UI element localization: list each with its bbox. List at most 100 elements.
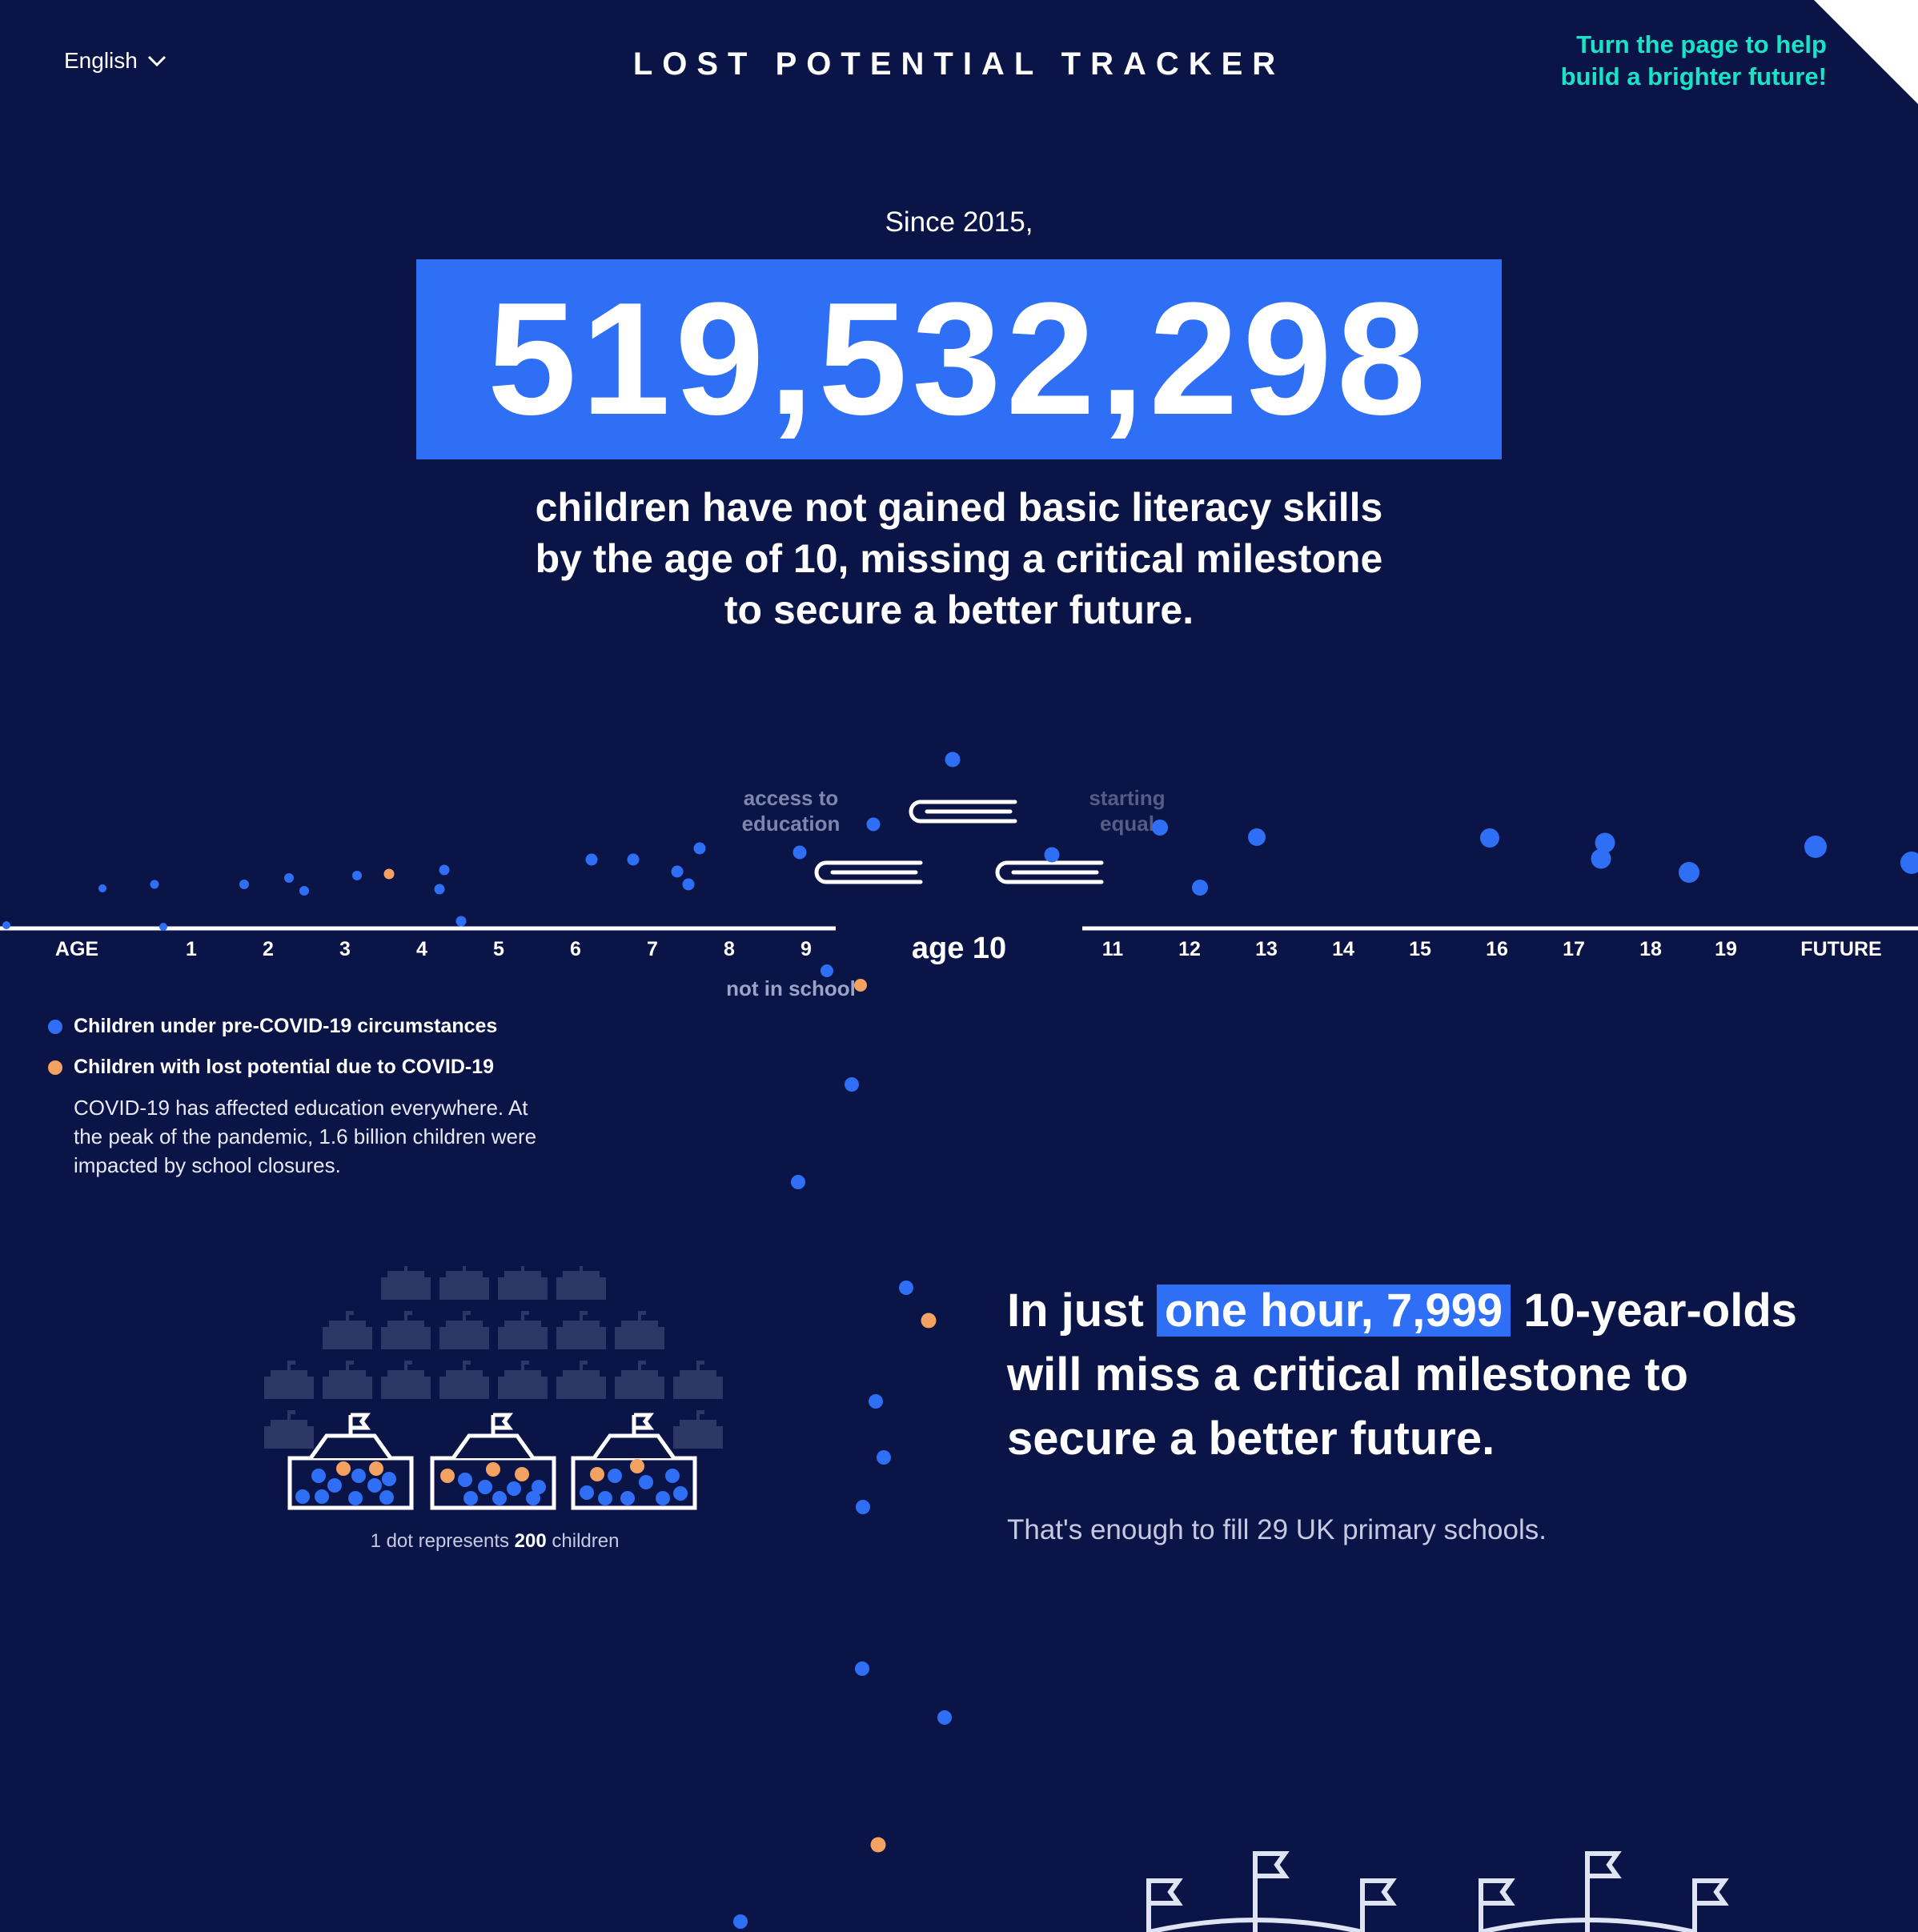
statement-prefix: In just bbox=[1007, 1285, 1144, 1337]
flag-icon bbox=[1146, 1878, 1183, 1932]
child-dot bbox=[671, 865, 684, 878]
age-tick-future: FUTURE bbox=[1800, 938, 1881, 960]
hourly-statement: In just one hour, 7,999 10-year-olds wil… bbox=[1007, 1279, 1816, 1471]
age-tick-2: 2 bbox=[263, 938, 274, 960]
age-tick-1: 1 bbox=[186, 938, 197, 960]
child-dot bbox=[352, 871, 362, 880]
child-dot bbox=[627, 853, 640, 866]
flag-icon bbox=[1692, 1878, 1729, 1932]
child-dot bbox=[869, 1394, 883, 1409]
age-tick-8: 8 bbox=[724, 938, 735, 960]
statement-highlight: one hour, 7,999 bbox=[1156, 1285, 1511, 1337]
annotation-not-in-school: not in school bbox=[726, 976, 856, 1000]
legend-pre-covid-label: Children under pre-COVID-19 circumstance… bbox=[74, 1015, 498, 1037]
child-dot bbox=[98, 884, 106, 892]
dot-caption-prefix: 1 dot represents bbox=[370, 1530, 509, 1552]
annotation-equal-line-1: starting bbox=[1089, 786, 1165, 810]
covid-dot bbox=[383, 868, 395, 880]
child-dot bbox=[434, 884, 445, 895]
age-tick-12: 12 bbox=[1178, 938, 1201, 960]
since-label: Since 2015, bbox=[885, 206, 1033, 238]
hero-description: children have not gained basic literacy … bbox=[0, 482, 1918, 635]
dot-caption: 1 dot represents 200 children bbox=[263, 1530, 727, 1553]
child-dot bbox=[455, 916, 467, 927]
statement-line-1: 10-year-olds bbox=[1523, 1285, 1798, 1337]
age-tick-15: 15 bbox=[1409, 938, 1431, 960]
counter-box: 519,532,298 bbox=[416, 259, 1502, 459]
child-dot bbox=[899, 1281, 913, 1295]
child-dot bbox=[1248, 828, 1266, 846]
child-dot bbox=[682, 878, 695, 891]
child-dot bbox=[284, 873, 294, 883]
age-10-label: age 10 bbox=[912, 932, 1006, 965]
statement-line-2: will miss a critical milestone to bbox=[1007, 1349, 1688, 1401]
age-tick-13: 13 bbox=[1255, 938, 1278, 960]
child-dot bbox=[693, 842, 706, 855]
child-dot bbox=[159, 923, 167, 931]
child-dot bbox=[1152, 820, 1168, 836]
child-dot bbox=[1900, 852, 1918, 874]
age-axis-title: AGE bbox=[55, 938, 98, 960]
age-tick-6: 6 bbox=[570, 938, 581, 960]
promo-line-1: Turn the page to help bbox=[1576, 30, 1827, 58]
schools-illustration bbox=[263, 1266, 724, 1510]
age-tick-7: 7 bbox=[647, 938, 658, 960]
child-dot bbox=[1480, 828, 1499, 848]
dot-caption-value: 200 bbox=[514, 1530, 547, 1552]
turn-page-link[interactable]: Turn the page to help build a brighter f… bbox=[1491, 29, 1827, 93]
child-dot bbox=[877, 1450, 891, 1465]
age-tick-18: 18 bbox=[1639, 938, 1662, 960]
age-tick-19: 19 bbox=[1715, 938, 1737, 960]
promo-line-2: build a brighter future! bbox=[1560, 62, 1827, 90]
annotation-equal-line-2: equal bbox=[1100, 812, 1154, 836]
child-dot bbox=[937, 1710, 952, 1725]
child-dot bbox=[439, 864, 450, 876]
blue-dot-icon bbox=[48, 1019, 62, 1034]
child-dot bbox=[866, 817, 881, 832]
child-dot bbox=[150, 880, 159, 889]
child-dot bbox=[945, 752, 961, 768]
hero-desc-line-2: by the age of 10, missing a critical mil… bbox=[535, 536, 1383, 581]
children-counter: 519,532,298 bbox=[487, 270, 1431, 448]
orange-dot-icon bbox=[48, 1060, 62, 1075]
covid-dot bbox=[921, 1313, 937, 1329]
legend-item-pre-covid: Children under pre-COVID-19 circumstance… bbox=[48, 1015, 560, 1038]
child-dot bbox=[1679, 862, 1699, 883]
age-tick-17: 17 bbox=[1563, 938, 1585, 960]
stadium-flags-illustration bbox=[1146, 1851, 1729, 1932]
child-dot bbox=[845, 1077, 859, 1092]
legend: Children under pre-COVID-19 circumstance… bbox=[48, 1015, 560, 1180]
child-dot bbox=[299, 886, 309, 896]
legend-item-covid: Children with lost potential due to COVI… bbox=[48, 1056, 560, 1079]
child-dot bbox=[1804, 836, 1827, 858]
statement-line-3: secure a better future. bbox=[1007, 1413, 1495, 1465]
legend-note: COVID-19 has affected education everywhe… bbox=[74, 1096, 537, 1177]
child-dot bbox=[1192, 880, 1208, 896]
covid-dot bbox=[870, 1837, 886, 1853]
child-dot bbox=[2, 921, 10, 929]
legend-covid-label: Children with lost potential due to COVI… bbox=[74, 1056, 495, 1078]
annotation-access-line-2: education bbox=[742, 812, 841, 836]
child-dot bbox=[792, 845, 807, 860]
flag-icon bbox=[1360, 1878, 1397, 1932]
age-tick-5: 5 bbox=[493, 938, 504, 960]
book-icon bbox=[814, 860, 923, 884]
child-dot bbox=[821, 964, 833, 977]
book-icon bbox=[995, 860, 1104, 884]
age-tick-9: 9 bbox=[801, 938, 812, 960]
page-corner-fold[interactable] bbox=[1814, 0, 1918, 104]
hero-desc-line-1: children have not gained basic literacy … bbox=[535, 485, 1383, 530]
child-dot bbox=[585, 853, 598, 866]
child-dot bbox=[1591, 848, 1611, 869]
age-tick-16: 16 bbox=[1486, 938, 1508, 960]
covid-dot bbox=[854, 979, 867, 992]
child-dot bbox=[791, 1175, 805, 1189]
child-dot bbox=[855, 1661, 869, 1676]
child-dot bbox=[239, 880, 249, 889]
hero-desc-line-3: to secure a better future. bbox=[724, 587, 1194, 632]
dot-caption-suffix: children bbox=[552, 1530, 620, 1552]
annotation-access-line-1: access to bbox=[744, 786, 839, 810]
book-icon bbox=[909, 800, 1017, 824]
statement-subtext: That's enough to fill 29 UK primary scho… bbox=[1007, 1514, 1547, 1545]
age-tick-11: 11 bbox=[1102, 938, 1124, 960]
